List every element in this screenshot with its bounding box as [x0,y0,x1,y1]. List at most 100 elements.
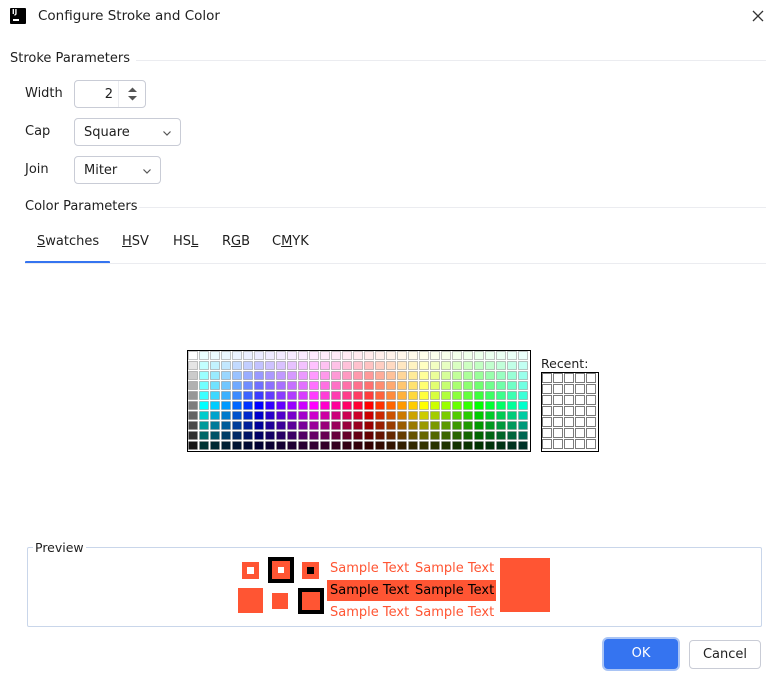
color-swatch[interactable] [298,441,308,450]
color-swatch[interactable] [320,351,330,360]
color-swatch[interactable] [210,391,220,400]
color-swatch[interactable] [441,381,451,390]
color-swatch[interactable] [188,411,198,420]
color-swatch[interactable] [474,441,484,450]
color-swatch[interactable] [452,351,462,360]
color-swatch[interactable] [397,421,407,430]
color-swatch[interactable] [331,381,341,390]
recent-swatch[interactable] [542,439,552,449]
color-swatch[interactable] [364,371,374,380]
color-swatch[interactable] [276,351,286,360]
color-swatch[interactable] [419,381,429,390]
recent-swatch[interactable] [542,384,552,394]
color-swatch[interactable] [276,431,286,440]
color-swatch[interactable] [188,351,198,360]
color-swatch[interactable] [342,411,352,420]
color-swatch[interactable] [188,441,198,450]
color-swatch[interactable] [298,351,308,360]
color-swatch[interactable] [386,351,396,360]
color-swatch[interactable] [518,361,528,370]
recent-swatch[interactable] [575,428,585,438]
color-swatch[interactable] [221,351,231,360]
recent-swatch[interactable] [575,439,585,449]
color-swatch[interactable] [276,441,286,450]
color-swatch[interactable] [276,421,286,430]
color-swatch[interactable] [452,401,462,410]
color-swatch[interactable] [210,401,220,410]
color-swatch[interactable] [309,401,319,410]
color-swatch[interactable] [386,361,396,370]
recent-swatch[interactable] [553,406,563,416]
color-swatch[interactable] [287,421,297,430]
color-swatch[interactable] [364,421,374,430]
color-swatch[interactable] [386,391,396,400]
color-swatch[interactable] [507,391,517,400]
color-swatch[interactable] [320,431,330,440]
color-swatch[interactable] [485,381,495,390]
color-swatch[interactable] [507,441,517,450]
recent-swatch[interactable] [553,373,563,383]
color-swatch[interactable] [243,401,253,410]
tab-hsv[interactable]: HSV [122,234,149,249]
color-swatch[interactable] [353,351,363,360]
recent-swatch[interactable] [553,384,563,394]
recent-swatch[interactable] [564,406,574,416]
color-swatch[interactable] [518,421,528,430]
color-swatch[interactable] [375,371,385,380]
color-swatch[interactable] [474,411,484,420]
recent-swatch[interactable] [564,373,574,383]
color-swatch[interactable] [419,351,429,360]
ok-button[interactable]: OK [604,639,678,669]
color-swatch[interactable] [353,421,363,430]
color-swatch[interactable] [210,411,220,420]
color-swatch[interactable] [331,361,341,370]
color-swatch[interactable] [331,411,341,420]
color-swatch[interactable] [507,381,517,390]
color-swatch[interactable] [430,421,440,430]
color-swatch[interactable] [298,391,308,400]
recent-swatch[interactable] [586,395,596,405]
recent-swatch-grid[interactable] [541,372,599,452]
color-swatch[interactable] [485,411,495,420]
color-swatch[interactable] [232,411,242,420]
color-swatch[interactable] [188,401,198,410]
color-swatch[interactable] [276,361,286,370]
color-swatch[interactable] [221,391,231,400]
color-swatch[interactable] [232,401,242,410]
color-swatch[interactable] [309,391,319,400]
color-swatch[interactable] [364,441,374,450]
recent-swatch[interactable] [586,417,596,427]
color-swatch[interactable] [507,351,517,360]
tab-swatches[interactable]: Swatches [37,234,99,249]
color-swatch[interactable] [463,381,473,390]
color-swatch[interactable] [320,361,330,370]
color-swatch[interactable] [188,361,198,370]
color-swatch[interactable] [474,351,484,360]
color-swatch[interactable] [221,381,231,390]
color-swatch[interactable] [331,351,341,360]
color-swatch[interactable] [430,401,440,410]
color-swatch[interactable] [210,381,220,390]
color-swatch[interactable] [353,441,363,450]
color-swatch[interactable] [276,371,286,380]
color-swatch[interactable] [342,421,352,430]
color-swatch[interactable] [309,431,319,440]
color-swatch[interactable] [298,421,308,430]
color-swatch[interactable] [221,411,231,420]
color-swatch[interactable] [408,381,418,390]
tab-rgb[interactable]: RGB [222,234,250,249]
color-swatch[interactable] [518,431,528,440]
color-swatch[interactable] [342,401,352,410]
color-swatch[interactable] [441,411,451,420]
recent-swatch[interactable] [586,373,596,383]
color-swatch[interactable] [309,441,319,450]
color-swatch[interactable] [419,371,429,380]
color-swatch[interactable] [496,371,506,380]
recent-swatch[interactable] [575,417,585,427]
color-swatch[interactable] [419,421,429,430]
color-swatch[interactable] [364,401,374,410]
color-swatch[interactable] [419,401,429,410]
color-swatch[interactable] [408,391,418,400]
color-swatch[interactable] [441,391,451,400]
color-swatch[interactable] [287,401,297,410]
